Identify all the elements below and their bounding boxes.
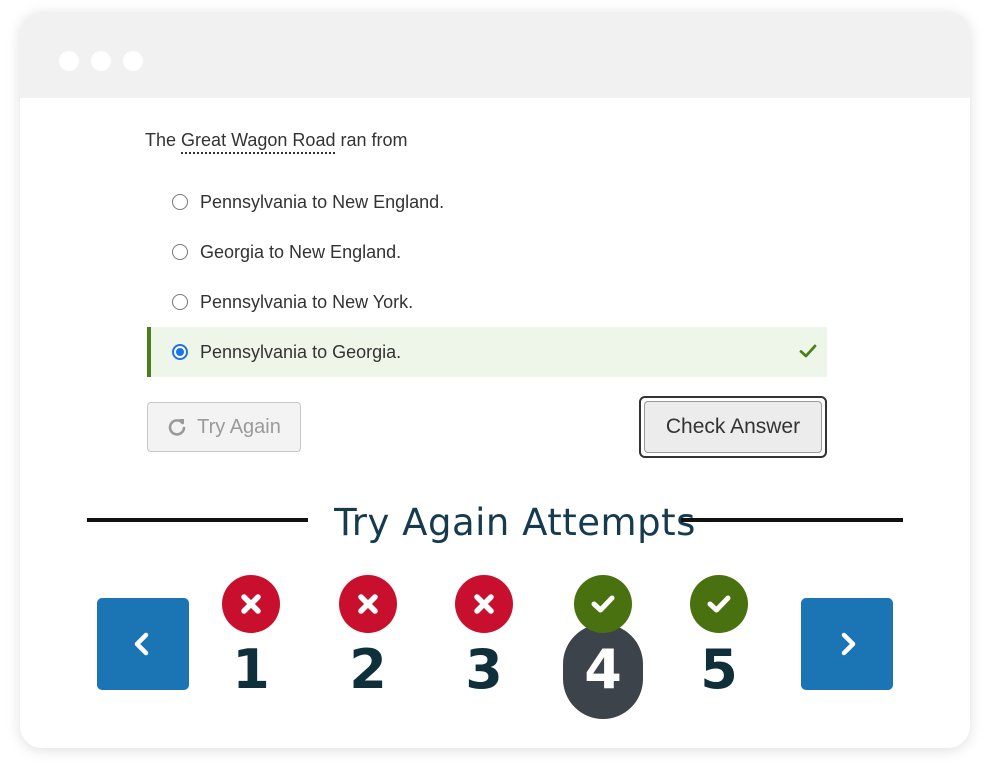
check-answer-label: Check Answer	[665, 415, 801, 438]
answer-option[interactable]: Pennsylvania to New York.	[147, 277, 827, 327]
option-label: Pennsylvania to New York.	[200, 291, 414, 312]
question-text: The Great Wagon Road ran from	[145, 130, 408, 154]
check-icon	[591, 595, 615, 613]
refresh-icon	[168, 419, 186, 436]
question-prefix: The	[145, 130, 177, 150]
correct-badge	[690, 575, 748, 633]
question-suffix: ran from	[340, 130, 408, 150]
answer-option-correct[interactable]: Pennsylvania to Georgia.	[147, 327, 827, 377]
try-again-label: Try Again	[197, 415, 281, 438]
attempt-number: 3	[465, 638, 503, 701]
correct-badge	[574, 575, 632, 633]
wrong-badge	[222, 575, 280, 633]
radio-button[interactable]	[172, 294, 188, 310]
attempt-item[interactable]: 1	[211, 575, 291, 697]
radio-button[interactable]	[172, 194, 188, 210]
attempt-number: 5	[700, 638, 738, 701]
attempt-item[interactable]: 5	[679, 575, 759, 697]
next-attempt-button[interactable]	[801, 598, 893, 690]
browser-window: The Great Wagon Road ran from Pennsylvan…	[20, 12, 970, 748]
option-label: Pennsylvania to Georgia.	[200, 341, 402, 362]
option-label: Pennsylvania to New England.	[200, 191, 445, 212]
attempt-number: 4	[584, 638, 622, 701]
wrong-badge	[339, 575, 397, 633]
attempt-item-current[interactable]: 4	[563, 575, 643, 697]
check-answer-button[interactable]: Check Answer	[639, 396, 827, 458]
glossary-term[interactable]: Great Wagon Road	[181, 130, 336, 154]
radio-button[interactable]	[172, 244, 188, 260]
x-icon	[241, 594, 261, 614]
chevron-right-icon	[841, 632, 856, 656]
attempt-item[interactable]: 2	[328, 575, 408, 697]
option-label: Georgia to New England.	[200, 241, 402, 262]
check-icon	[707, 595, 731, 613]
window-dot	[123, 51, 143, 71]
try-again-button[interactable]: Try Again	[147, 402, 301, 452]
window-dot	[59, 51, 79, 71]
answer-option[interactable]: Pennsylvania to New England.	[147, 177, 827, 227]
attempts-heading: Try Again Attempts	[334, 501, 696, 544]
attempt-number: 1	[232, 638, 270, 701]
x-icon	[474, 594, 494, 614]
previous-attempt-button[interactable]	[97, 598, 189, 690]
attempt-item[interactable]: 3	[444, 575, 524, 697]
x-icon	[358, 594, 378, 614]
window-titlebar	[20, 12, 970, 98]
chevron-left-icon	[134, 632, 149, 656]
heading-rule-right	[681, 518, 903, 522]
heading-rule-left	[87, 518, 308, 522]
attempt-number: 2	[349, 638, 387, 701]
radio-button-selected[interactable]	[172, 344, 188, 360]
answer-option[interactable]: Georgia to New England.	[147, 227, 827, 277]
check-icon	[799, 344, 817, 358]
window-dot	[91, 51, 111, 71]
wrong-badge	[455, 575, 513, 633]
